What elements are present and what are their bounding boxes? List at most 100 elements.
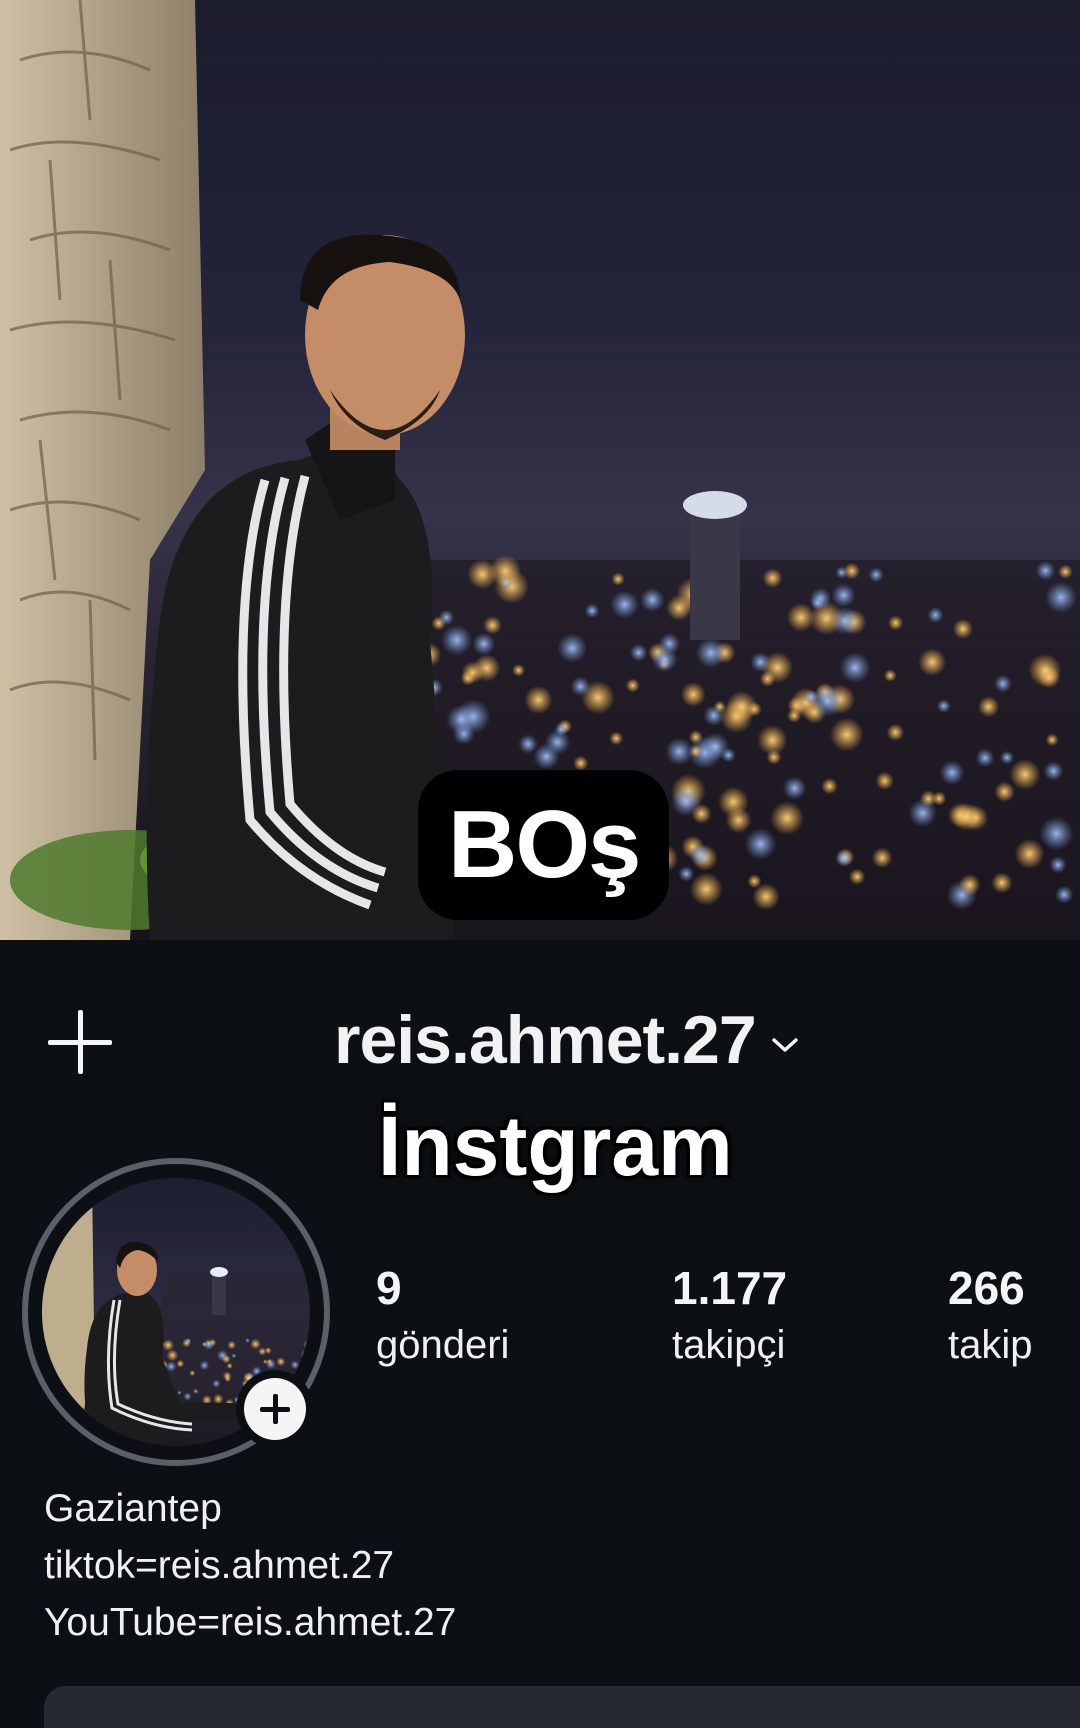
cover-photo: BOş <box>0 0 1080 940</box>
bokeh-light <box>610 590 639 619</box>
followers-value: 1.177 <box>672 1262 788 1314</box>
account-switcher[interactable]: reis.ahmet.27 <box>334 998 800 1082</box>
bokeh-light <box>843 562 861 580</box>
overlay-caption: İnstgram <box>378 1099 733 1193</box>
bokeh-light <box>770 801 804 835</box>
bokeh-light <box>703 705 725 726</box>
bokeh-light <box>166 1349 179 1362</box>
bokeh-light <box>670 786 702 817</box>
bokeh-light <box>695 637 727 669</box>
bokeh-light <box>994 781 1015 803</box>
bokeh-light <box>762 568 783 588</box>
bokeh-light <box>918 648 947 677</box>
bokeh-light <box>886 723 905 742</box>
bokeh-light <box>177 1390 182 1395</box>
bokeh-light <box>927 607 944 624</box>
bokeh-light <box>831 583 856 608</box>
bokeh-light <box>573 755 589 771</box>
followers-label: takipçi <box>672 1323 786 1367</box>
bokeh-light <box>680 682 706 707</box>
bokeh-light <box>640 587 665 612</box>
username: reis.ahmet.27 <box>334 1002 757 1078</box>
bokeh-light <box>666 595 693 621</box>
cover-caption: BOş <box>418 770 670 920</box>
followers-count[interactable]: 1.177 takipçi <box>672 1258 787 1372</box>
bokeh-light <box>276 1357 286 1367</box>
bokeh-light <box>1028 653 1062 687</box>
bokeh-light <box>258 1347 267 1356</box>
bokeh-light <box>446 704 477 735</box>
bokeh-light <box>848 868 866 885</box>
bokeh-light <box>1058 564 1073 579</box>
bokeh-light <box>1043 761 1064 781</box>
bokeh-light <box>625 678 640 693</box>
bokeh-light <box>1009 758 1041 790</box>
edit-profile-button[interactable] <box>44 1686 1080 1728</box>
bokeh-light <box>678 865 695 882</box>
bokeh-light <box>189 1370 196 1376</box>
bokeh-light <box>991 872 1013 894</box>
bokeh-light <box>952 618 974 640</box>
bokeh-light <box>176 1359 185 1368</box>
bokeh-light <box>908 798 937 828</box>
bokeh-light <box>206 1340 212 1346</box>
bokeh-light <box>473 654 501 682</box>
chevron-down-icon <box>771 1038 798 1052</box>
add-story-button[interactable] <box>236 1370 314 1448</box>
bokeh-light <box>701 732 730 761</box>
bokeh-light <box>868 567 884 583</box>
bokeh-light <box>221 1354 231 1364</box>
bokeh-light <box>441 624 473 656</box>
bokeh-light <box>871 847 893 869</box>
posts-count[interactable]: 9 gönderi <box>376 1258 509 1372</box>
bokeh-light <box>609 731 624 746</box>
following-label: takip <box>948 1323 1033 1367</box>
bokeh-light <box>952 802 981 831</box>
bokeh-light <box>835 849 853 868</box>
bokeh-light <box>839 652 871 684</box>
bokeh-light <box>829 717 864 752</box>
bokeh-light <box>290 1360 300 1370</box>
bokeh-light <box>250 1338 261 1350</box>
profile-page: BOş reis.ahmet.27 İnstgram 9 gönderi 1.1… <box>0 0 1080 1728</box>
bokeh-light <box>193 1388 199 1394</box>
bokeh-light <box>782 776 807 800</box>
bokeh-light <box>227 1340 236 1350</box>
bokeh-light <box>1014 838 1045 869</box>
bokeh-light <box>821 777 838 795</box>
bokeh-light <box>993 674 1012 693</box>
bokeh-light <box>809 601 844 636</box>
create-plus-icon[interactable] <box>44 1006 116 1078</box>
bokeh-light <box>199 1360 210 1371</box>
bokeh-light <box>213 1393 224 1405</box>
bokeh-light <box>932 791 947 806</box>
bokeh-light <box>183 1392 192 1401</box>
bio-tiktok: tiktok=reis.ahmet.27 <box>44 1544 395 1587</box>
bokeh-light <box>939 760 965 786</box>
bokeh-light <box>1055 885 1074 904</box>
bokeh-light <box>1000 750 1014 765</box>
bokeh-light <box>761 651 794 684</box>
bokeh-light <box>689 872 723 906</box>
bokeh-light <box>1045 581 1077 614</box>
bokeh-light <box>584 603 600 619</box>
bio: Gaziantep tiktok=reis.ahmet.27 YouTube=r… <box>44 1480 456 1651</box>
bokeh-light <box>883 669 897 682</box>
bokeh-light <box>611 572 625 586</box>
bokeh-light <box>959 874 981 896</box>
bokeh-light <box>875 771 894 791</box>
bokeh-light <box>226 1362 233 1369</box>
bokeh-light <box>467 559 498 590</box>
following-count[interactable]: 266 takip <box>948 1258 1033 1372</box>
bokeh-light <box>689 745 702 758</box>
bokeh-light <box>212 1379 221 1388</box>
profile-header: reis.ahmet.27 <box>0 990 1080 1090</box>
following-value: 266 <box>948 1262 1025 1314</box>
bokeh-light <box>524 685 553 715</box>
bokeh-light <box>581 680 615 715</box>
bokeh-light <box>431 616 446 631</box>
bokeh-light <box>1045 733 1059 747</box>
bokeh-light <box>975 748 995 768</box>
bokeh-light <box>744 828 777 861</box>
bokeh-light <box>472 632 496 656</box>
